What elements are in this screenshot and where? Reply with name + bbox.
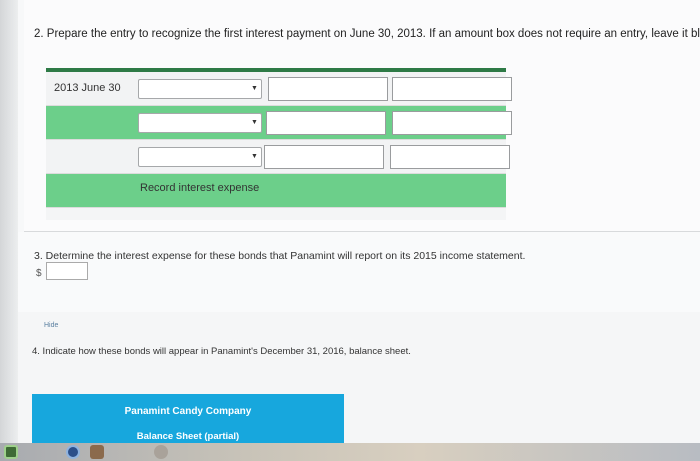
currency-symbol: $ — [36, 268, 42, 279]
browser-icon[interactable] — [66, 445, 80, 459]
question-2-text: 2. Prepare the entry to recognize the fi… — [34, 28, 700, 40]
left-window-edge — [0, 0, 18, 461]
app-icon[interactable] — [90, 445, 104, 459]
question-3-panel: 3. Determine the interest expense for th… — [18, 232, 700, 312]
journal-entry-table: 2013 June 30 ▼ ▼ ▼ Record interest expen… — [46, 68, 512, 220]
windows-start-icon[interactable] — [4, 445, 18, 459]
credit-input-1[interactable] — [392, 77, 512, 101]
statement-title: Balance Sheet (partial) — [136, 431, 240, 442]
journal-memo: Record interest expense — [140, 182, 260, 194]
chevron-down-icon: ▼ — [251, 153, 258, 160]
account-select-2[interactable]: ▼ — [138, 113, 262, 133]
account-select-3[interactable]: ▼ — [138, 147, 262, 167]
debit-input-2[interactable] — [266, 111, 386, 135]
journal-row-1: 2013 June 30 ▼ — [46, 72, 512, 106]
credit-input-3[interactable] — [390, 145, 510, 169]
journal-date: 2013 June 30 — [54, 82, 121, 94]
interest-expense-input[interactable] — [46, 262, 88, 280]
account-select-1[interactable]: ▼ — [138, 79, 262, 99]
journal-row-2: ▼ — [46, 106, 512, 140]
app-icon-2[interactable] — [154, 445, 168, 459]
chevron-down-icon: ▼ — [251, 85, 258, 92]
credit-input-2[interactable] — [392, 111, 512, 135]
chevron-down-icon: ▼ — [251, 119, 258, 126]
question-4-panel: Hide 4. Indicate how these bonds will ap… — [18, 312, 700, 461]
homework-page: 2. Prepare the entry to recognize the fi… — [18, 0, 700, 461]
journal-memo-row: Record interest expense — [46, 174, 506, 208]
journal-row-3: ▼ — [46, 140, 510, 174]
hide-link[interactable]: Hide — [44, 322, 58, 329]
question-2-panel: 2. Prepare the entry to recognize the fi… — [24, 0, 700, 232]
taskbar — [0, 443, 700, 461]
question-3-text: 3. Determine the interest expense for th… — [34, 250, 526, 262]
company-name: Panamint Candy Company — [124, 406, 252, 417]
debit-input-3[interactable] — [264, 145, 384, 169]
question-4-text: 4. Indicate how these bonds will appear … — [32, 346, 411, 357]
debit-input-1[interactable] — [268, 77, 388, 101]
